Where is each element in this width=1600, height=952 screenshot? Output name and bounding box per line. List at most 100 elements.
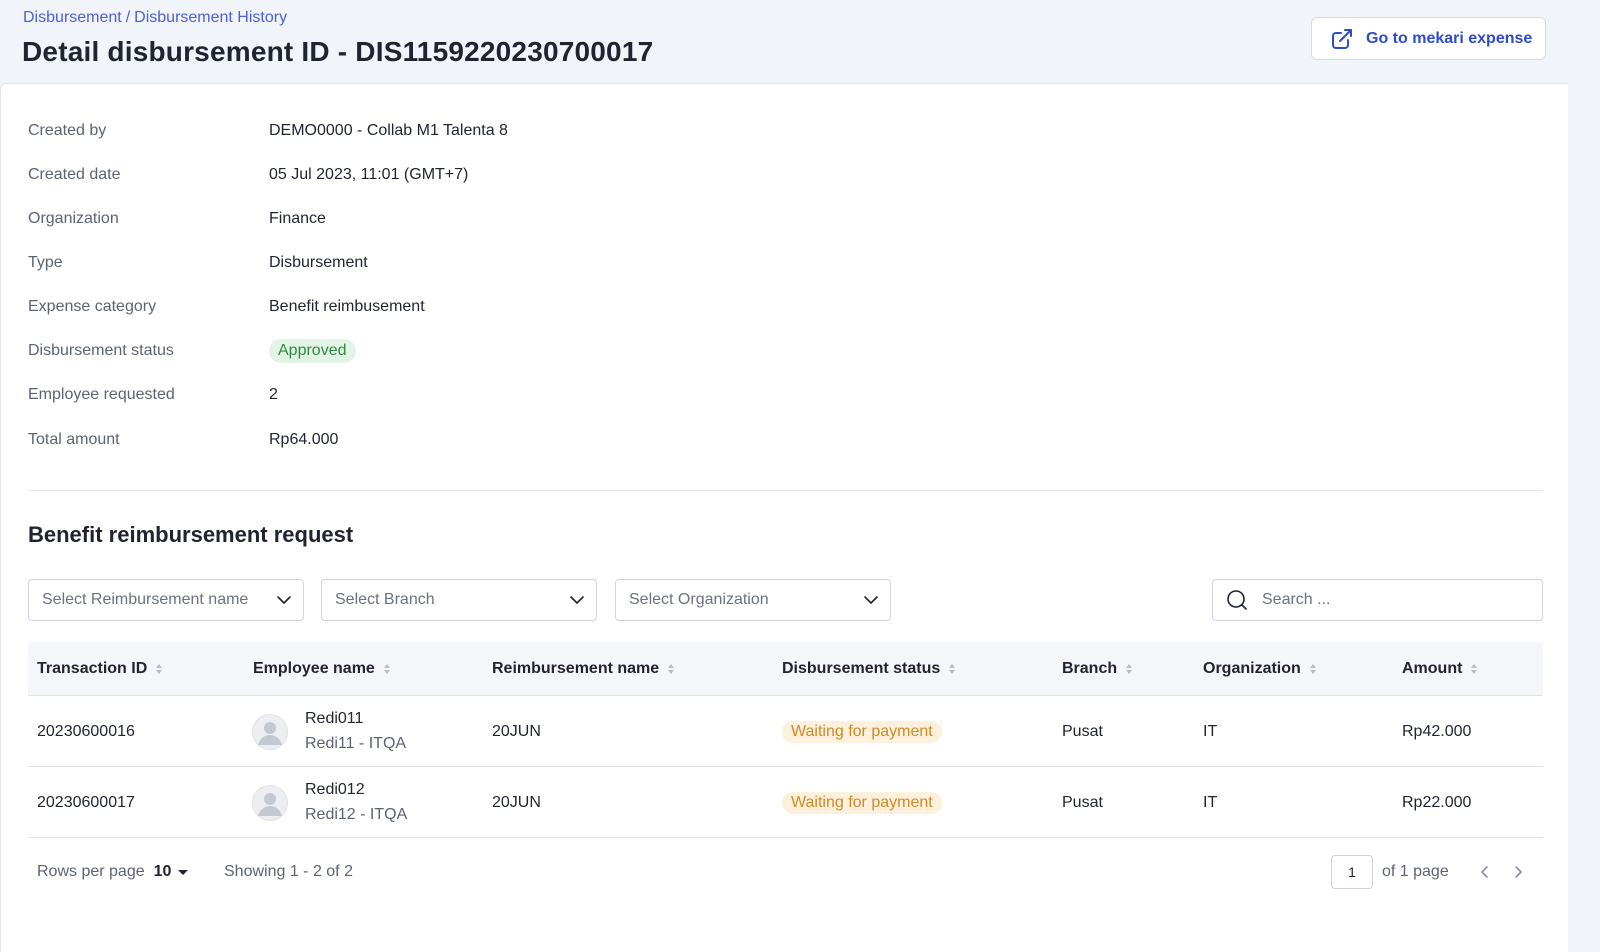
- status-cell: Waiting for payment: [782, 767, 942, 838]
- status-badge: Waiting for payment: [782, 720, 942, 743]
- total-pages: of 1 page: [1382, 863, 1449, 880]
- detail-label: Total amount: [28, 431, 120, 448]
- page-number-input[interactable]: [1331, 855, 1373, 889]
- status-badge: Approved: [269, 339, 356, 363]
- detail-label: Created by: [28, 122, 107, 139]
- column-header-label: Organization: [1203, 660, 1301, 677]
- breadcrumb-disbursement-history[interactable]: Disbursement History: [134, 9, 287, 26]
- detail-label: Disbursement status: [28, 342, 174, 359]
- column-header-branch[interactable]: Branch: [1062, 642, 1133, 696]
- pagination-footer: Rows per page 10 Showing 1 - 2 of 2 of 1…: [37, 855, 1528, 890]
- detail-card: Created by DEMO0000 - Collab M1 Talenta …: [0, 83, 1568, 952]
- sort-icon: [668, 664, 675, 674]
- detail-label: Organization: [28, 210, 119, 227]
- rows-per-page-value: 10: [153, 863, 172, 880]
- next-page-button[interactable]: [1508, 862, 1528, 882]
- column-header-label: Reimbursement name: [492, 660, 660, 677]
- chevron-right-icon: [1515, 866, 1522, 878]
- page-header: Disbursement / Disbursement History Detail…: [0, 0, 1600, 84]
- detail-row-created-date: Created date 05 Jul 2023, 11:01 (GMT+7): [28, 163, 468, 187]
- column-header-label: Transaction ID: [37, 660, 148, 677]
- branch-cell: Pusat: [1062, 793, 1103, 811]
- column-header-label: Branch: [1062, 660, 1118, 677]
- employee-cell: Redi012 Redi12 - ITQA: [252, 767, 407, 838]
- search-input[interactable]: [1262, 591, 1522, 609]
- reimbursement-table: Transaction ID Employee name Reimburseme…: [28, 642, 1543, 838]
- go-to-mekari-expense-button[interactable]: Go to mekari expense: [1311, 17, 1546, 60]
- column-header-reimbursement-name[interactable]: Reimbursement name: [492, 642, 675, 696]
- detail-value: Finance: [269, 210, 326, 227]
- rows-per-page: Rows per page 10: [37, 860, 189, 884]
- section-title: Benefit reimbursement request: [28, 522, 354, 547]
- column-header-amount[interactable]: Amount: [1402, 642, 1478, 696]
- chevron-down-icon: [277, 596, 291, 604]
- branch-cell: Pusat: [1062, 722, 1103, 740]
- sort-icon: [383, 664, 390, 674]
- external-link-icon: [1332, 28, 1352, 49]
- detail-row-type: Type Disbursement: [28, 251, 368, 275]
- organization-select[interactable]: Select Organization: [615, 579, 891, 621]
- reimbursement-name-select[interactable]: Select Reimbursement name: [28, 579, 304, 621]
- reimbursement-name-cell: 20JUN: [492, 722, 541, 740]
- detail-row-created-by: Created by DEMO0000 - Collab M1 Talenta …: [28, 119, 508, 143]
- sort-icon: [156, 664, 163, 674]
- detail-row-expense-category: Expense category Benefit reimbusement: [28, 295, 425, 319]
- detail-value: 2: [269, 386, 278, 403]
- detail-row-employee-requested: Employee requested 2: [28, 383, 278, 407]
- organization-cell: IT: [1203, 793, 1218, 811]
- table-row: 20230600016 Redi011 Redi11 - ITQA 20JUN …: [28, 696, 1543, 767]
- detail-row-disbursement-status: Disbursement status Approved: [28, 339, 356, 363]
- detail-value: Benefit reimbusement: [269, 298, 425, 315]
- showing-count: Showing 1 - 2 of 2: [224, 863, 353, 880]
- prev-page-button[interactable]: [1475, 862, 1495, 882]
- go-to-mekari-expense-label: Go to mekari expense: [1366, 29, 1533, 47]
- status-cell: Waiting for payment: [782, 696, 942, 767]
- breadcrumb: Disbursement / Disbursement History: [23, 9, 287, 27]
- column-header-employee-name[interactable]: Employee name: [253, 642, 390, 696]
- branch-select-label: Select Branch: [335, 591, 435, 608]
- user-placeholder-icon: [252, 713, 288, 750]
- detail-label: Expense category: [28, 298, 157, 315]
- column-header-label: Employee name: [253, 660, 375, 677]
- detail-row-organization: Organization Finance: [28, 207, 326, 231]
- transaction-id-cell: 20230600016: [37, 722, 135, 740]
- sort-icon: [1309, 664, 1316, 674]
- chevron-left-icon: [1481, 866, 1488, 878]
- branch-select[interactable]: Select Branch: [321, 579, 597, 621]
- employee-subtitle: Redi11 - ITQA: [305, 735, 407, 752]
- search-box: [1212, 579, 1543, 621]
- column-header-label: Amount: [1402, 660, 1463, 677]
- chevron-down-icon: [570, 596, 584, 604]
- detail-value: DEMO0000 - Collab M1 Talenta 8: [269, 122, 508, 139]
- breadcrumb-separator: /: [125, 9, 131, 26]
- column-header-organization[interactable]: Organization: [1203, 642, 1316, 696]
- column-header-disbursement-status[interactable]: Disbursement status: [782, 642, 956, 696]
- sort-icon: [949, 664, 956, 674]
- table-header: Transaction ID Employee name Reimburseme…: [28, 642, 1543, 696]
- sort-icon: [1126, 664, 1133, 674]
- detail-value: Rp64.000: [269, 431, 339, 448]
- detail-value: 05 Jul 2023, 11:01 (GMT+7): [269, 166, 469, 183]
- user-placeholder-icon: [252, 784, 288, 821]
- column-header-label: Disbursement status: [782, 660, 941, 677]
- detail-label: Type: [28, 254, 63, 271]
- caret-down-icon: [178, 869, 189, 875]
- employee-name: Redi011: [305, 710, 364, 727]
- rows-per-page-select[interactable]: 10: [154, 863, 189, 881]
- chevron-down-icon: [864, 596, 878, 604]
- organization-select-label: Select Organization: [629, 591, 769, 608]
- reimbursement-name-select-label: Select Reimbursement name: [42, 591, 249, 608]
- transaction-id-cell: 20230600017: [37, 793, 135, 811]
- status-badge: Waiting for payment: [782, 791, 942, 814]
- search-icon: [1227, 590, 1247, 610]
- divider: [28, 490, 1543, 491]
- amount-cell: Rp22.000: [1402, 793, 1472, 811]
- column-header-transaction-id[interactable]: Transaction ID: [37, 642, 163, 696]
- sort-icon: [1471, 664, 1478, 674]
- amount-cell: Rp42.000: [1402, 722, 1472, 740]
- detail-label: Created date: [28, 166, 121, 183]
- breadcrumb-disbursement[interactable]: Disbursement: [23, 9, 122, 26]
- page-title: Detail disbursement ID - DIS115922023070…: [22, 36, 654, 67]
- rows-per-page-label: Rows per page: [37, 863, 145, 880]
- detail-value: Disbursement: [269, 254, 368, 271]
